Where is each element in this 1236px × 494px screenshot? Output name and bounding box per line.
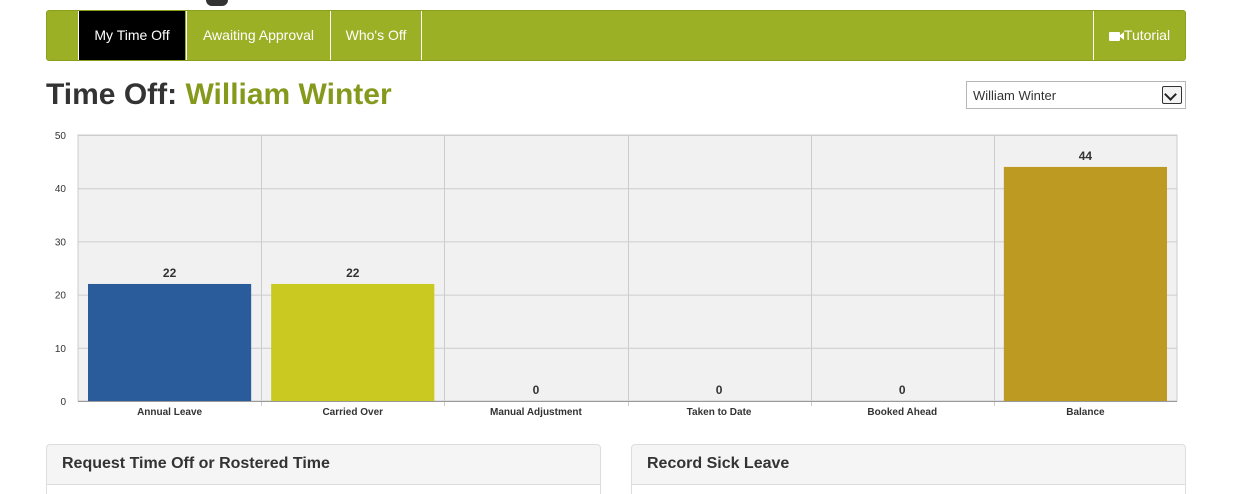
chart-y-tick-label: 20	[55, 291, 67, 302]
chart-data-label: 0	[899, 383, 906, 397]
panel-heading: Request Time Off or Rostered Time	[47, 445, 600, 485]
chart-y-tick-label: 0	[60, 397, 66, 408]
panel-body	[632, 485, 1185, 494]
chart-svg: 0 10 20 30 40 50 22 Annual Leave 22 Carried Over 0…	[55, 131, 1178, 418]
chart-category-label: Balance	[1066, 407, 1105, 418]
chart-bar	[271, 283, 435, 401]
chart-category-label: Annual Leave	[137, 407, 202, 418]
tab-label: Awaiting Approval	[202, 27, 315, 43]
tab-label: Who's Off	[345, 27, 407, 43]
chart-data-label: 44	[1079, 149, 1093, 163]
page-title: Time Off: William Winter	[46, 78, 392, 112]
chart-bar	[1003, 166, 1167, 401]
chart-data-label: 22	[163, 266, 177, 280]
time-off-chart: 0 10 20 30 40 50 22 Annual Leave 22 Carried Over 0…	[40, 128, 1190, 423]
chart-y-tick-label: 30	[55, 237, 67, 248]
tab-my-time-off[interactable]: My Time Off	[78, 11, 185, 60]
chart-category-label: Manual Adjustment	[490, 407, 583, 418]
top-navbar: My Time Off Awaiting Approval Who's Off …	[46, 10, 1186, 61]
chart-category-label: Booked Ahead	[867, 407, 937, 418]
panel-heading: Record Sick Leave	[632, 445, 1185, 485]
tab-label: My Time Off	[94, 27, 170, 43]
chart-y-tick-label: 40	[55, 184, 67, 195]
chart-y-tick-label: 10	[55, 344, 67, 355]
chart-category-label: Carried Over	[322, 407, 383, 418]
user-select-value: William Winter	[973, 88, 1057, 103]
tab-whos-off[interactable]: Who's Off	[330, 11, 422, 60]
record-sick-leave-panel: Record Sick Leave	[631, 444, 1186, 494]
tab-awaiting-approval[interactable]: Awaiting Approval	[186, 11, 330, 60]
tutorial-label: Tutorial	[1123, 27, 1171, 43]
page-title-name: William Winter	[185, 78, 392, 111]
panel-body	[47, 485, 600, 494]
chart-data-label: 0	[533, 383, 540, 397]
chart-data-label: 22	[346, 266, 360, 280]
chart-category-label: Taken to Date	[687, 407, 752, 418]
chevron-down-icon[interactable]	[1162, 86, 1182, 104]
request-time-off-panel: Request Time Off or Rostered Time	[46, 444, 601, 494]
chart-y-tick-label: 50	[55, 131, 67, 142]
page-title-prefix: Time Off:	[46, 78, 178, 111]
video-camera-icon	[1108, 32, 1124, 41]
chart-bar	[88, 283, 252, 401]
chart-data-label: 0	[716, 383, 723, 397]
logo-fragment	[206, 0, 228, 6]
tutorial-button[interactable]: Tutorial	[1093, 11, 1185, 60]
user-select[interactable]: William Winter	[966, 81, 1186, 109]
